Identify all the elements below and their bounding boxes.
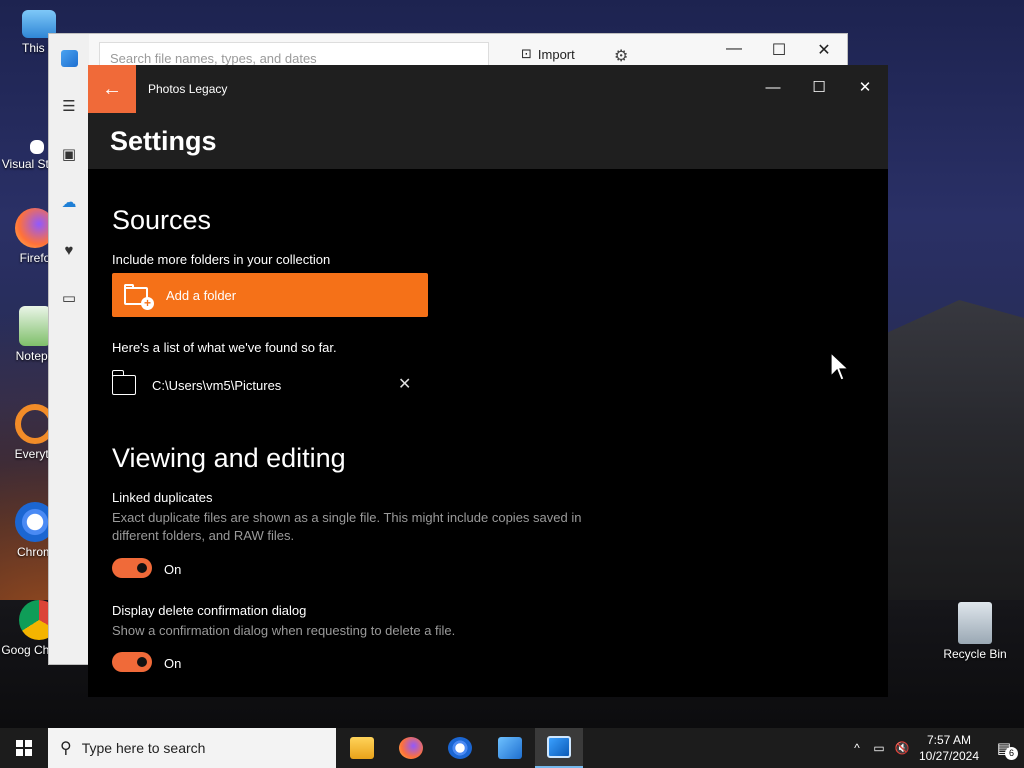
delete-confirmation-state: On [164, 656, 182, 671]
viewing-editing-heading: Viewing and editing [112, 443, 346, 473]
firefox-taskbar-button[interactable] [387, 728, 435, 768]
photos-taskbar-button[interactable] [486, 728, 534, 768]
folder-path: C:\Users\vm5\Pictures [152, 378, 282, 393]
photos-legacy-settings-window: ← Photos Legacy — ☐ ✕ Settings Sources I… [88, 65, 888, 697]
bg-maximize-button[interactable]: ☐ [764, 40, 794, 60]
remove-folder-icon[interactable]: ✕ [398, 374, 411, 394]
action-center-button[interactable]: ▤ 6 [984, 728, 1024, 768]
wallpaper-barn [880, 300, 1024, 600]
clock-time: 7:57 AM [926, 733, 972, 747]
sources-heading: Sources [112, 205, 212, 235]
folder-icon [111, 370, 136, 395]
windows-logo-icon [16, 740, 32, 756]
taskbar-search-box[interactable]: ⚲ Type here to search [48, 728, 336, 768]
delete-confirmation-desc: Show a confirmation dialog when requesti… [112, 623, 456, 638]
photos-legacy-taskbar-button[interactable] [535, 728, 583, 768]
photos-icon [498, 737, 522, 759]
desktop-icon-recycle-bin[interactable]: Recycle Bin [936, 602, 1014, 661]
add-folder-button[interactable]: + Add a folder [112, 273, 428, 317]
notification-count-badge: 6 [1005, 747, 1018, 760]
taskbar: ⚲ Type here to search ^ ▭ 🔇 7:57 AM 10/2… [0, 728, 1024, 768]
minimize-button[interactable]: — [750, 71, 796, 103]
bg-close-button[interactable]: ✕ [809, 40, 839, 60]
gear-icon[interactable]: ⚙ [614, 46, 628, 66]
chromium-icon [448, 737, 472, 759]
menu-icon[interactable]: ☰ [49, 82, 89, 130]
found-folders-label: Here's a list of what we've found so far… [112, 340, 337, 355]
delete-confirmation-title: Display delete confirmation dialog [112, 603, 307, 618]
recycle-bin-icon [958, 602, 992, 644]
clock-date: 10/27/2024 [918, 749, 980, 763]
folders-icon[interactable]: ▭ [49, 274, 89, 322]
linked-duplicates-title: Linked duplicates [112, 490, 213, 505]
volume-muted-icon[interactable]: 🔇 [890, 741, 914, 755]
favorites-icon[interactable]: ♥ [49, 226, 89, 274]
import-icon: ⊡ [521, 46, 532, 61]
back-arrow-icon: ← [102, 77, 122, 100]
chromium-taskbar-button[interactable] [436, 728, 484, 768]
network-icon[interactable]: ▭ [868, 741, 890, 755]
app-logo-icon [49, 34, 89, 82]
page-header: Settings [88, 113, 888, 169]
back-button[interactable]: ← [88, 65, 136, 113]
notepad-icon [19, 306, 51, 346]
page-title: Settings [110, 126, 217, 156]
app-title: Photos Legacy [148, 82, 228, 96]
desktop-icon-label: Recycle Bin [943, 647, 1007, 661]
delete-confirmation-toggle[interactable] [112, 652, 152, 672]
folder-list-item: C:\Users\vm5\Pictures ✕ [111, 370, 422, 399]
include-folders-label: Include more folders in your collection [112, 252, 331, 267]
add-folder-label: Add a folder [166, 287, 237, 303]
import-button[interactable]: ⊡ Import [521, 46, 575, 62]
system-tray: ^ ▭ 🔇 7:57 AM 10/27/2024 ▤ 6 [846, 728, 1024, 768]
firefox-icon [399, 737, 423, 759]
add-folder-icon: + [124, 284, 154, 310]
linked-duplicates-toggle[interactable] [112, 558, 152, 578]
search-icon: ⚲ [60, 740, 72, 757]
maximize-button[interactable]: ☐ [796, 71, 842, 103]
title-bar: ← Photos Legacy — ☐ ✕ [88, 65, 888, 113]
clock[interactable]: 7:57 AM 10/27/2024 [914, 732, 984, 764]
linked-duplicates-desc-2: different folders, and RAW files. [112, 528, 295, 543]
file-explorer-taskbar-button[interactable] [338, 728, 386, 768]
folder-icon [350, 737, 374, 759]
photos-legacy-icon [547, 736, 571, 758]
mouse-cursor-icon [830, 352, 850, 381]
background-nav-rail: ☰ ▣ ☁ ♥ ▭ [49, 34, 89, 664]
import-label: Import [537, 46, 575, 62]
close-button[interactable]: ✕ [842, 71, 888, 103]
linked-duplicates-state: On [164, 562, 182, 577]
onedrive-icon[interactable]: ☁ [49, 178, 89, 226]
collection-icon[interactable]: ▣ [49, 130, 89, 178]
linked-duplicates-desc-1: Exact duplicate files are shown as a sin… [112, 510, 582, 525]
start-button[interactable] [0, 728, 48, 768]
taskbar-search-placeholder: Type here to search [81, 740, 206, 756]
chevron-up-icon[interactable]: ^ [846, 741, 868, 755]
shortcut-icon [30, 140, 44, 154]
bg-minimize-button[interactable]: — [719, 40, 749, 58]
